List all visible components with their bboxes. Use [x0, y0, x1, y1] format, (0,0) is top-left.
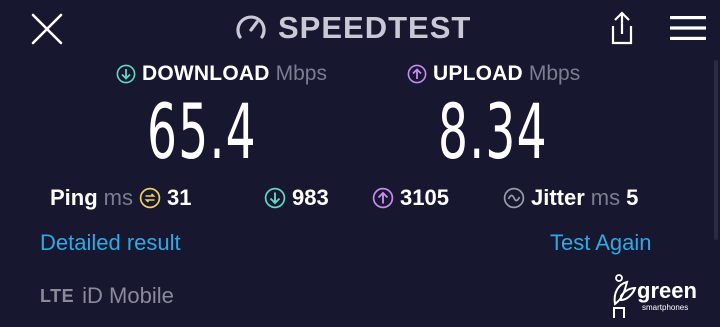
- ping-label: Ping: [50, 185, 98, 210]
- jitter-metric: Jitter ms 5: [503, 183, 638, 213]
- ping-unit: ms: [103, 185, 133, 210]
- idle-latency-icon: [139, 187, 161, 209]
- speedometer-icon: [236, 15, 266, 39]
- jitter-wave-icon: [503, 187, 525, 209]
- share-icon: [611, 11, 633, 45]
- upload-unit: Mbps: [528, 62, 581, 85]
- jitter-value: 5: [626, 185, 639, 210]
- watermark-logo: green smartphones: [611, 270, 711, 322]
- leaf-person-icon: [613, 274, 637, 318]
- ping-value: 31: [167, 185, 192, 210]
- upload-arrow-icon: [407, 64, 427, 84]
- download-latency-icon: [264, 187, 286, 209]
- close-button[interactable]: [30, 12, 64, 46]
- test-again-link[interactable]: Test Again: [550, 230, 652, 256]
- menu-button[interactable]: [670, 16, 706, 40]
- download-speed-value: 65.4: [147, 87, 257, 176]
- download-header: DOWNLOAD Mbps: [116, 60, 327, 88]
- upload-latency-value: 3105: [400, 185, 449, 210]
- ping-metric: Ping ms 31: [50, 183, 191, 213]
- jitter-label: Jitter: [531, 185, 585, 210]
- close-icon: [31, 13, 63, 45]
- scrollbar[interactable]: [714, 60, 718, 240]
- connection-info: LTE iD Mobile: [40, 283, 174, 309]
- download-arrow-icon: [116, 64, 136, 84]
- upload-latency-icon: [372, 187, 394, 209]
- app-title: SPEEDTEST: [278, 10, 472, 45]
- download-label: DOWNLOAD: [142, 62, 270, 85]
- watermark-text: green: [637, 278, 697, 303]
- detailed-result-link[interactable]: Detailed result: [40, 230, 181, 256]
- upload-speed-value: 8.34: [438, 87, 548, 176]
- hamburger-menu-icon: [670, 16, 706, 40]
- jitter-unit: ms: [590, 185, 621, 210]
- download-latency-metric: 983: [264, 183, 329, 213]
- provider-name: iD Mobile: [82, 283, 174, 308]
- share-button[interactable]: [604, 10, 640, 46]
- download-latency-value: 983: [292, 185, 329, 210]
- download-unit: Mbps: [275, 62, 327, 85]
- upload-label: UPLOAD: [433, 62, 523, 85]
- upload-latency-metric: 3105: [372, 183, 449, 213]
- upload-header: UPLOAD Mbps: [407, 60, 580, 88]
- watermark-subtext: smartphones: [642, 303, 689, 312]
- app-brand: SPEEDTEST: [234, 8, 471, 48]
- connection-type: LTE: [40, 285, 75, 306]
